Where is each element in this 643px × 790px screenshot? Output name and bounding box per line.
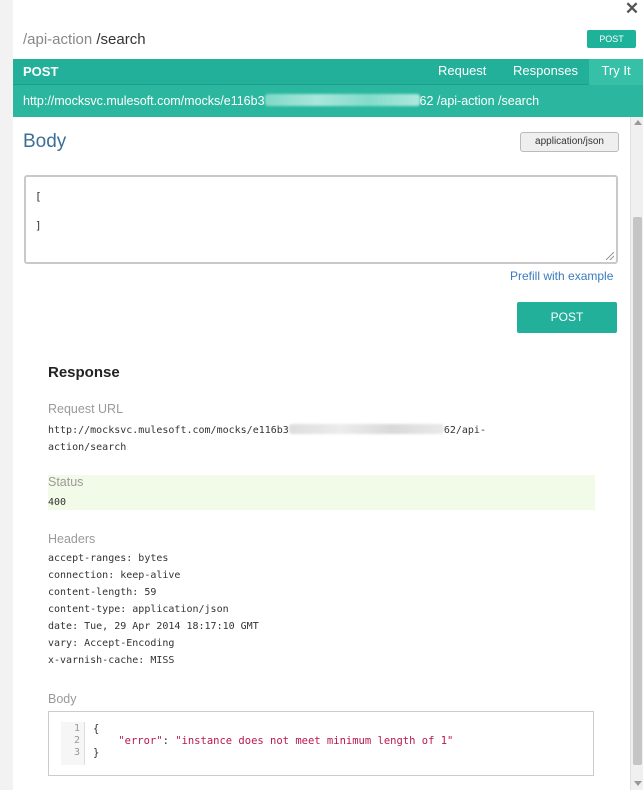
scroll-thumb[interactable] bbox=[633, 217, 642, 765]
status-label: Status bbox=[48, 475, 84, 489]
url-prefix: http://mocksvc.mulesoft.com/mocks/e116b3 bbox=[23, 94, 265, 108]
header-line: accept-ranges: bytes bbox=[48, 553, 169, 564]
status-value: 400 bbox=[48, 497, 67, 508]
prefill-example-link[interactable]: Prefill with example bbox=[510, 269, 613, 283]
line-number: 2 bbox=[73, 735, 80, 746]
tab-responses[interactable]: Responses bbox=[499, 59, 592, 85]
response-body-code: { "error": "instance does not meet minim… bbox=[93, 722, 453, 759]
resize-grip-icon[interactable] bbox=[606, 252, 614, 260]
response-body-viewer: 1 2 3 { "error": "instance does not meet… bbox=[48, 711, 594, 776]
json-key: "error" bbox=[118, 735, 163, 747]
mime-type-button[interactable]: application/json bbox=[520, 132, 619, 152]
json-separator: : bbox=[162, 735, 176, 747]
method-badge: POST bbox=[587, 30, 636, 48]
close-icon[interactable]: ✕ bbox=[624, 0, 640, 18]
headers-label: Headers bbox=[48, 532, 96, 546]
tab-try-it[interactable]: Try It bbox=[589, 59, 643, 85]
title-bar: /api-action /search POST bbox=[13, 24, 643, 58]
line-number: 1 bbox=[73, 723, 80, 734]
post-button[interactable]: POST bbox=[517, 302, 617, 333]
json-value: "instance does not meet minimum length o… bbox=[175, 735, 454, 747]
response-body-label: Body bbox=[48, 692, 77, 706]
status-highlight bbox=[48, 475, 595, 510]
try-it-content: Body application/json [ ] Prefill with e… bbox=[13, 117, 630, 790]
header-line: content-type: application/json bbox=[48, 604, 229, 615]
code-line: { bbox=[93, 723, 100, 735]
redacted-segment bbox=[264, 94, 420, 106]
resource-path: /api-action bbox=[23, 31, 93, 48]
body-editor[interactable]: [ ] bbox=[24, 175, 618, 264]
endpoint-path: /api-action /search bbox=[23, 31, 146, 48]
request-url-prefix: http://mocksvc.mulesoft.com/mocks/e116b3 bbox=[48, 425, 289, 436]
headers-list: accept-ranges: bytes connection: keep-al… bbox=[48, 550, 259, 669]
redacted-segment bbox=[288, 424, 444, 434]
method-path: /search bbox=[92, 31, 146, 48]
scroll-down-icon[interactable] bbox=[634, 781, 642, 786]
header-line: content-length: 59 bbox=[48, 587, 157, 598]
request-url-line2: action/search bbox=[48, 442, 127, 453]
code-line: "error": "instance does not meet minimum… bbox=[93, 735, 453, 747]
request-url-value: http://mocksvc.mulesoft.com/mocks/e116b3… bbox=[48, 422, 486, 456]
header-line: date: Tue, 29 Apr 2014 18:17:10 GMT bbox=[48, 621, 259, 632]
body-section-title: Body bbox=[23, 131, 67, 152]
header-line: vary: Accept-Encoding bbox=[48, 638, 175, 649]
editor-line: ] bbox=[35, 219, 42, 232]
editor-line: [ bbox=[35, 190, 42, 203]
code-line: } bbox=[93, 747, 100, 759]
tab-request[interactable]: Request bbox=[424, 59, 500, 85]
line-number: 3 bbox=[73, 747, 80, 758]
header-line: connection: keep-alive bbox=[48, 570, 181, 581]
scroll-up-icon[interactable] bbox=[634, 120, 642, 125]
vertical-scrollbar[interactable] bbox=[630, 117, 643, 790]
request-url: http://mocksvc.mulesoft.com/mocks/e116b3… bbox=[23, 94, 539, 108]
url-bar: http://mocksvc.mulesoft.com/mocks/e116b3… bbox=[13, 85, 643, 117]
response-title: Response bbox=[48, 364, 120, 381]
method-label: POST bbox=[23, 64, 59, 79]
url-suffix: 62 /api-action /search bbox=[419, 94, 540, 108]
method-tabs-bar: POST Request Responses Try It bbox=[13, 59, 643, 85]
header-line: x-varnish-cache: MISS bbox=[48, 655, 175, 666]
request-url-label: Request URL bbox=[48, 402, 124, 416]
line-number-gutter: 1 2 3 bbox=[61, 722, 85, 765]
request-url-suffix: 62/api- bbox=[443, 425, 486, 436]
